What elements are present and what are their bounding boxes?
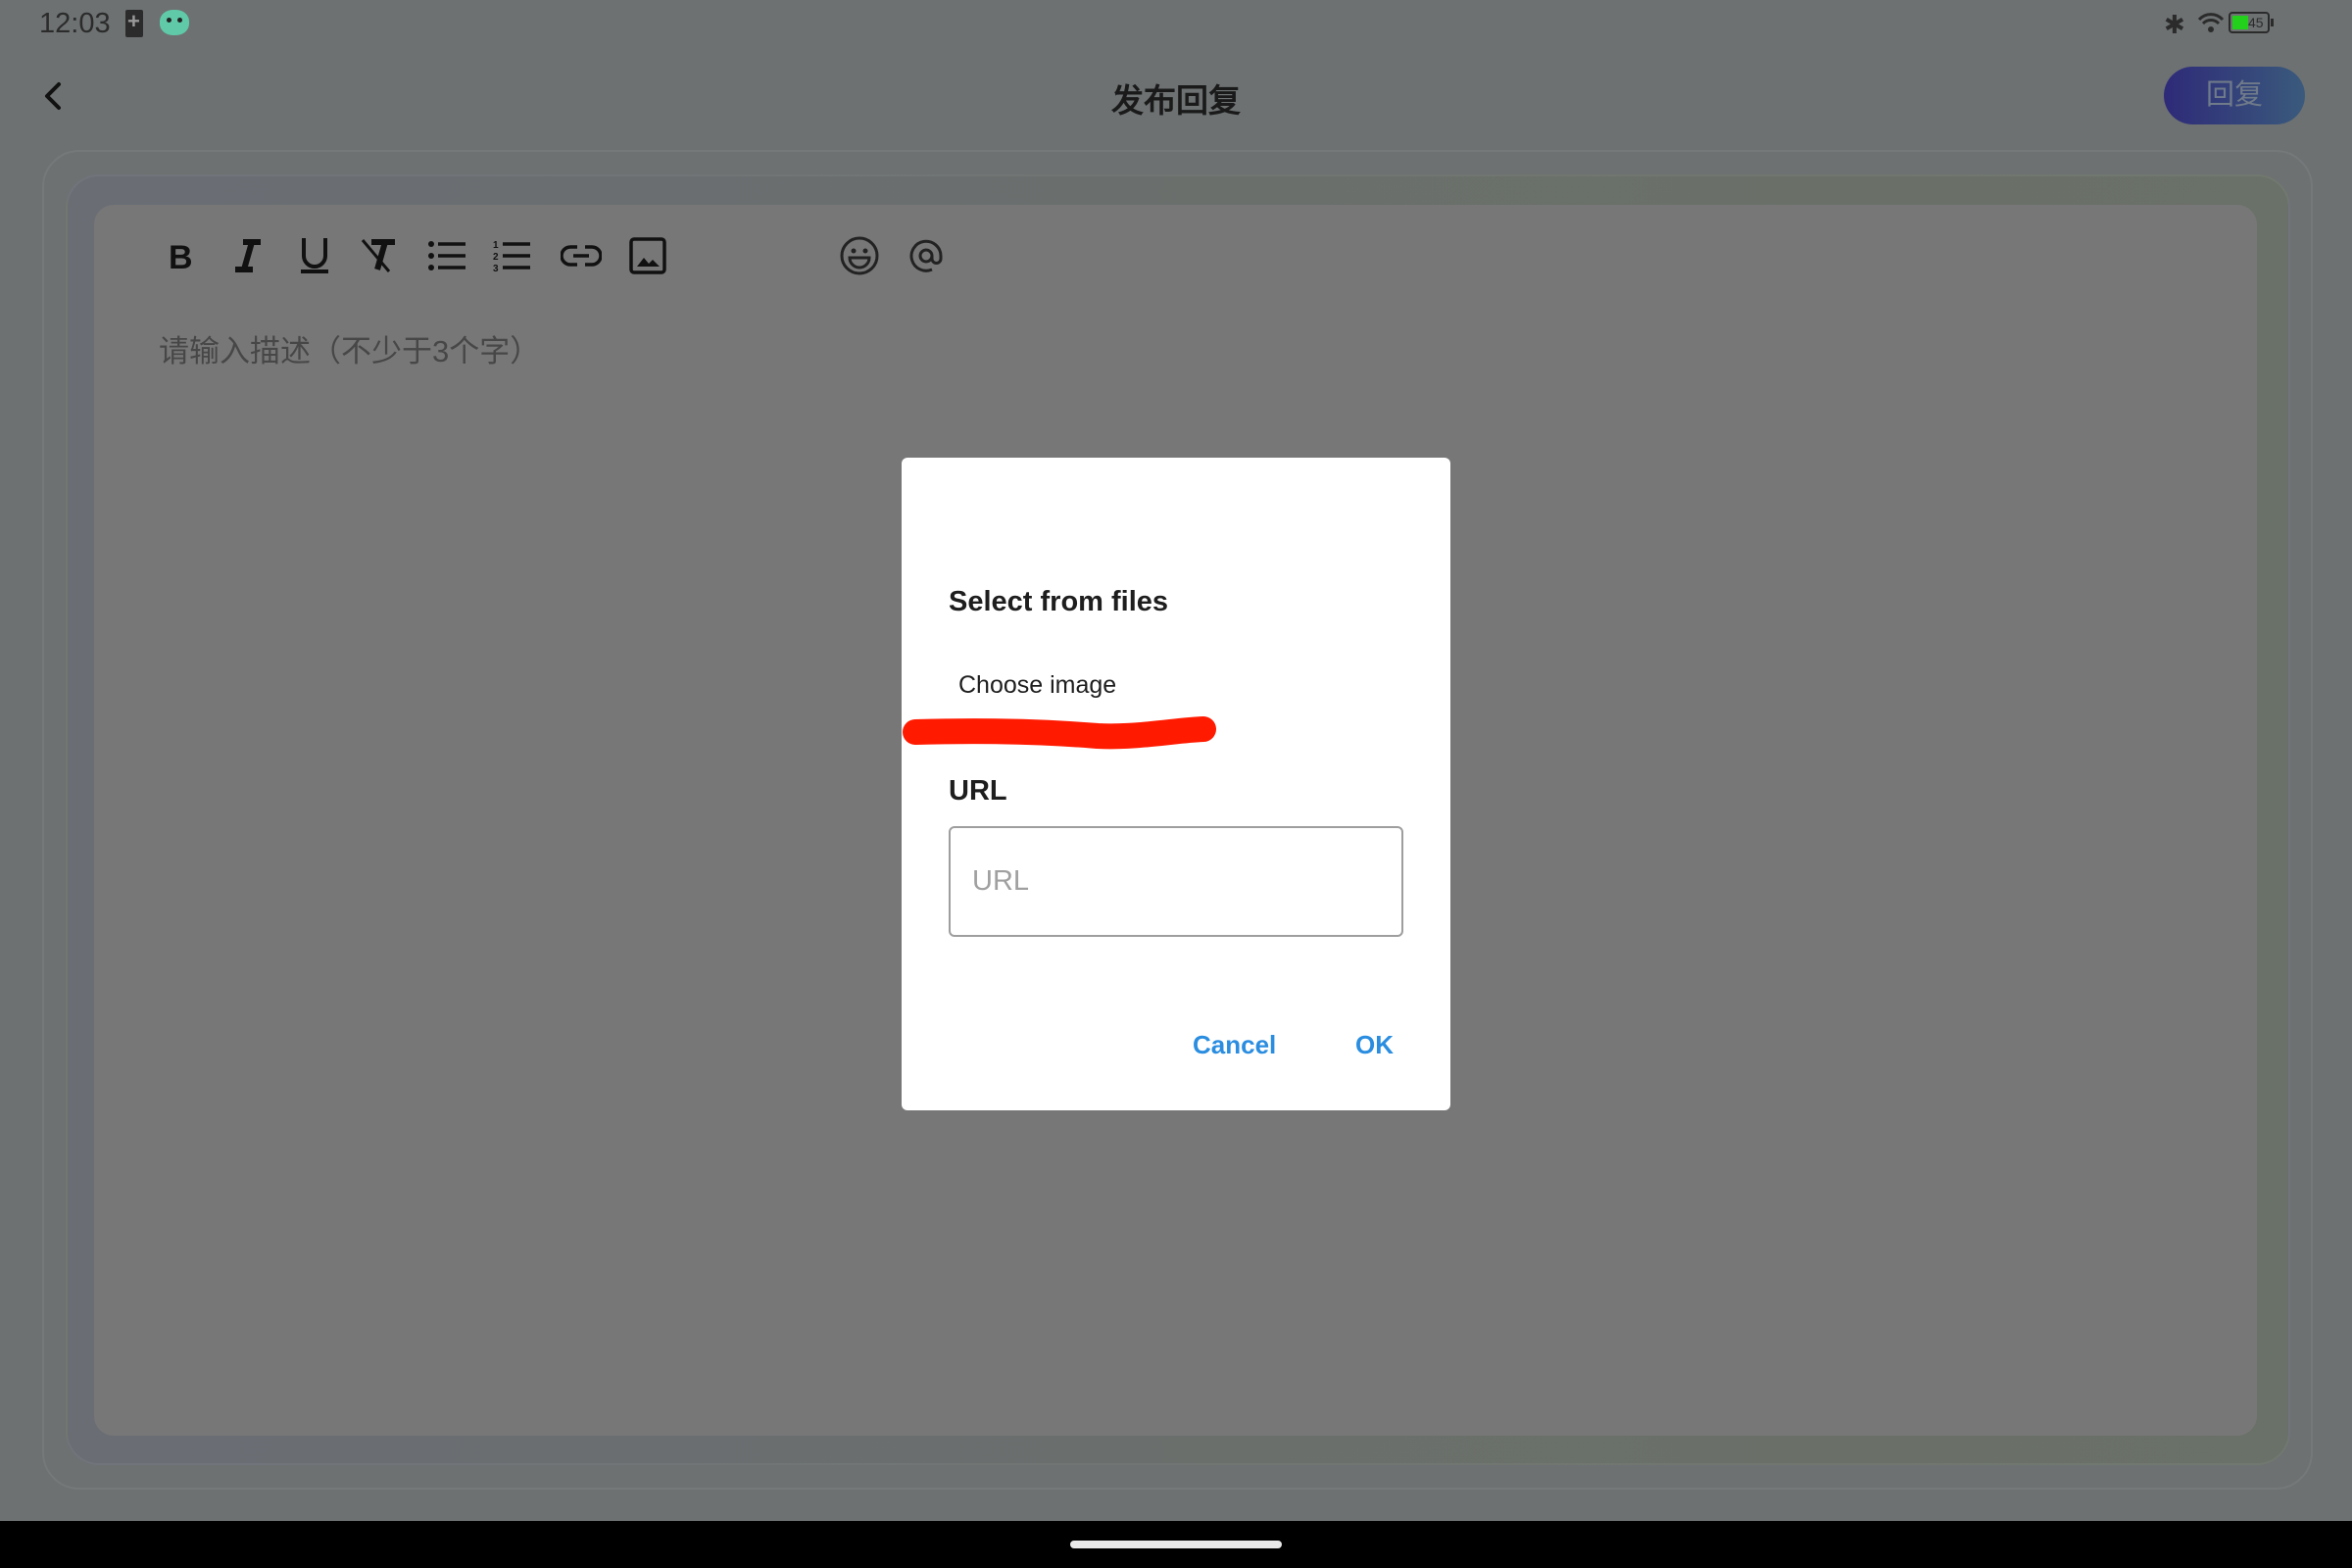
bluetooth-icon: ✱ <box>2164 10 2185 39</box>
bold-button[interactable]: B <box>160 234 203 277</box>
emoji-button[interactable] <box>838 234 881 277</box>
cancel-button[interactable]: Cancel <box>1193 1030 1276 1060</box>
at-icon <box>909 239 943 272</box>
svg-text:B: B <box>169 239 193 272</box>
insert-image-dialog: Select from files Choose image URL Cance… <box>902 458 1450 1110</box>
editor-placeholder: 请输入描述（不少于3个字） <box>159 334 541 368</box>
numbered-list-icon: 123 <box>493 240 530 272</box>
link-button[interactable] <box>560 234 603 277</box>
underline-button[interactable] <box>293 234 336 277</box>
emoji-icon <box>840 236 879 275</box>
dialog-title: Select from files <box>949 586 1169 617</box>
mention-button[interactable] <box>905 234 948 277</box>
wifi-icon <box>2197 13 2225 32</box>
status-bar: 12:03 ✱ 45 <box>0 0 2352 49</box>
underline-icon <box>301 238 328 273</box>
italic-button[interactable] <box>226 234 270 277</box>
numbered-list-button[interactable]: 123 <box>491 234 534 277</box>
choose-image-button[interactable]: Choose image <box>958 671 1116 700</box>
ok-button[interactable]: OK <box>1355 1030 1394 1060</box>
clear-format-button[interactable] <box>358 234 401 277</box>
svg-text:1: 1 <box>493 240 499 251</box>
navigation-bar <box>0 1521 2352 1568</box>
italic-icon <box>235 239 261 272</box>
image-icon <box>629 237 666 274</box>
clear-format-icon <box>361 239 395 272</box>
app-mascot-icon <box>160 10 189 35</box>
svg-text:3: 3 <box>493 264 499 272</box>
battery-level: 45 <box>2248 15 2264 30</box>
battery-charging-icon <box>125 9 143 37</box>
url-input[interactable] <box>949 826 1403 937</box>
status-time: 12:03 <box>39 8 111 39</box>
red-annotation-mark <box>903 716 1216 750</box>
page-title: 发布回复 <box>1111 82 1241 119</box>
reply-button[interactable]: 回复 <box>2164 67 2305 124</box>
battery-icon: 45 <box>2229 12 2274 33</box>
link-icon <box>561 245 602 267</box>
svg-text:2: 2 <box>493 252 499 263</box>
bullet-list-icon <box>428 241 466 270</box>
url-label: URL <box>949 775 1007 807</box>
bullet-list-button[interactable] <box>426 234 469 277</box>
insert-image-button[interactable] <box>626 234 669 277</box>
home-gesture-handle[interactable] <box>1070 1541 1282 1548</box>
bold-icon: B <box>169 239 193 272</box>
